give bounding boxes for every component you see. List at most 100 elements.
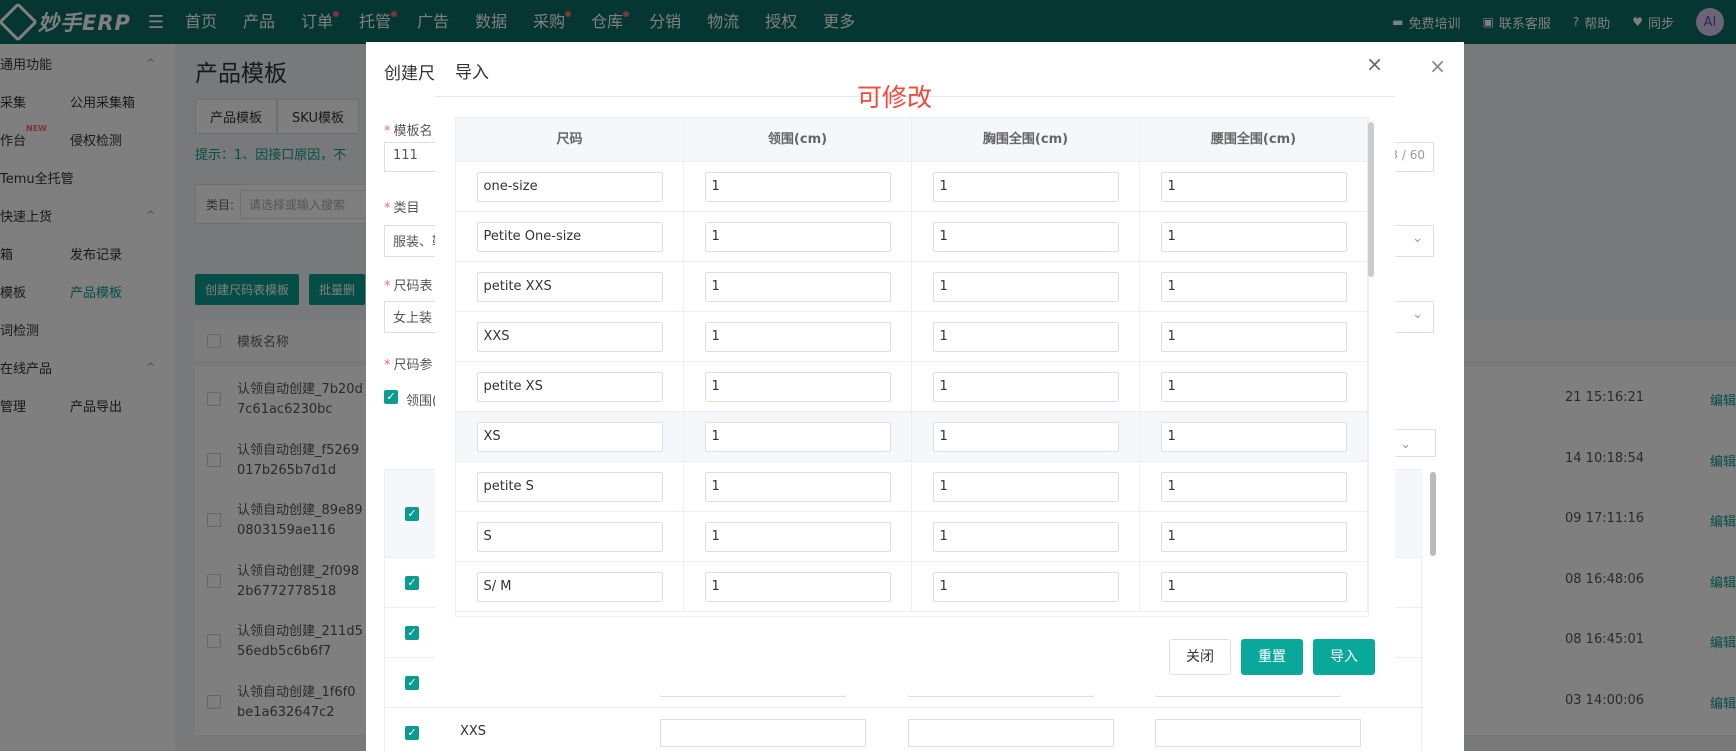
waist-input[interactable]: [1160, 521, 1347, 552]
chest-input[interactable]: [932, 321, 1119, 352]
waist-input[interactable]: [1160, 471, 1347, 502]
neck-input[interactable]: [704, 221, 891, 252]
neck-input[interactable]: [704, 371, 891, 402]
close-icon[interactable]: ×: [1429, 54, 1446, 78]
column-waist: 腰围全围(cm): [1140, 118, 1368, 161]
table-cell: [456, 412, 684, 461]
import-table-header: 尺码 领围(cm) 胸围全围(cm) 腰围全围(cm): [456, 118, 1368, 162]
table-cell: [912, 262, 1140, 311]
editable-note: 可修改: [857, 83, 933, 112]
table-cell: [912, 212, 1140, 261]
outer-dialog-title: 创建尺: [384, 64, 435, 84]
table-cell: [684, 512, 912, 561]
size-input[interactable]: [476, 171, 663, 202]
table-row: [456, 162, 1368, 212]
table-cell: [1140, 162, 1368, 211]
table-row: [456, 262, 1368, 312]
size-input[interactable]: [476, 221, 663, 252]
chest-input[interactable]: [932, 471, 1119, 502]
table-cell: [912, 362, 1140, 411]
chevron-down-icon: ⌄: [1400, 437, 1411, 452]
chest-input[interactable]: [932, 571, 1119, 602]
neck-input[interactable]: [704, 321, 891, 352]
table-cell: [456, 462, 684, 511]
table-cell: [456, 512, 684, 561]
size-input[interactable]: [476, 571, 663, 602]
table-row: [456, 462, 1368, 512]
table-cell: [1140, 212, 1368, 261]
table-cell: [684, 312, 912, 361]
table-cell: [456, 162, 684, 211]
neck-input[interactable]: [704, 571, 891, 602]
size-input[interactable]: [476, 521, 663, 552]
size-input[interactable]: [476, 271, 663, 302]
neck-input[interactable]: [704, 521, 891, 552]
dialog-footer: 关闭 重置 导入: [1159, 639, 1375, 675]
import-button[interactable]: 导入: [1313, 639, 1375, 675]
table-cell: [1140, 262, 1368, 311]
waist-input[interactable]: [1160, 371, 1347, 402]
neck-checkbox[interactable]: ✓: [384, 390, 398, 404]
table-cell: [912, 412, 1140, 461]
table-cell: [456, 212, 684, 261]
table-row: [456, 212, 1368, 262]
import-dialog: 导入 × 可修改 尺码 领围(cm) 胸围全围(cm) 腰围全围(cm) 关闭 …: [435, 42, 1395, 695]
table-cell: [912, 162, 1140, 211]
import-table-scrollbar[interactable]: [1367, 118, 1375, 616]
column-neck: 领围(cm): [684, 118, 912, 161]
table-cell: [456, 362, 684, 411]
table-cell: [912, 562, 1140, 611]
close-icon[interactable]: ×: [1366, 52, 1383, 76]
size-input[interactable]: [476, 371, 663, 402]
size-input[interactable]: [476, 471, 663, 502]
chest-input[interactable]: [932, 221, 1119, 252]
chest-input[interactable]: [932, 171, 1119, 202]
table-cell: [456, 562, 684, 611]
size-input[interactable]: [476, 421, 663, 452]
table-cell: [684, 162, 912, 211]
table-cell: [456, 262, 684, 311]
table-cell: [684, 362, 912, 411]
reset-button[interactable]: 重置: [1241, 639, 1303, 675]
outer-scrollbar[interactable]: [1430, 472, 1436, 556]
table-row: [456, 362, 1368, 412]
chest-input[interactable]: [932, 521, 1119, 552]
neck-input[interactable]: [704, 471, 891, 502]
neck-input[interactable]: [704, 421, 891, 452]
header-checkbox[interactable]: ✓: [405, 507, 419, 521]
table-cell: [1140, 562, 1368, 611]
table-cell: [1140, 412, 1368, 461]
table-cell: [684, 462, 912, 511]
waist-input[interactable]: [1160, 171, 1347, 202]
size-input[interactable]: [476, 321, 663, 352]
waist-input[interactable]: [1160, 271, 1347, 302]
waist-input[interactable]: [1160, 221, 1347, 252]
table-cell: [684, 412, 912, 461]
close-button[interactable]: 关闭: [1169, 639, 1231, 675]
chest-input[interactable]: [932, 421, 1119, 452]
chevron-down-icon: ⌄: [1412, 307, 1423, 322]
table-row: [456, 562, 1368, 612]
table-row: [456, 312, 1368, 362]
table-row: [456, 512, 1368, 562]
import-dialog-title: 导入: [455, 63, 489, 83]
table-cell: [1140, 512, 1368, 561]
column-size: 尺码: [456, 118, 684, 161]
table-cell: [684, 262, 912, 311]
waist-input[interactable]: [1160, 421, 1347, 452]
table-row: [456, 412, 1368, 462]
table-cell: [912, 312, 1140, 361]
neck-input[interactable]: [704, 271, 891, 302]
table-cell: [912, 462, 1140, 511]
import-table: 尺码 领围(cm) 胸围全围(cm) 腰围全围(cm): [455, 117, 1369, 617]
table-cell: [684, 212, 912, 261]
waist-input[interactable]: [1160, 321, 1347, 352]
table-cell: [912, 512, 1140, 561]
table-cell: [1140, 312, 1368, 361]
chest-input[interactable]: [932, 371, 1119, 402]
table-cell: [1140, 362, 1368, 411]
neck-input[interactable]: [704, 171, 891, 202]
chest-input[interactable]: [932, 271, 1119, 302]
waist-input[interactable]: [1160, 571, 1347, 602]
column-chest: 胸围全围(cm): [912, 118, 1140, 161]
